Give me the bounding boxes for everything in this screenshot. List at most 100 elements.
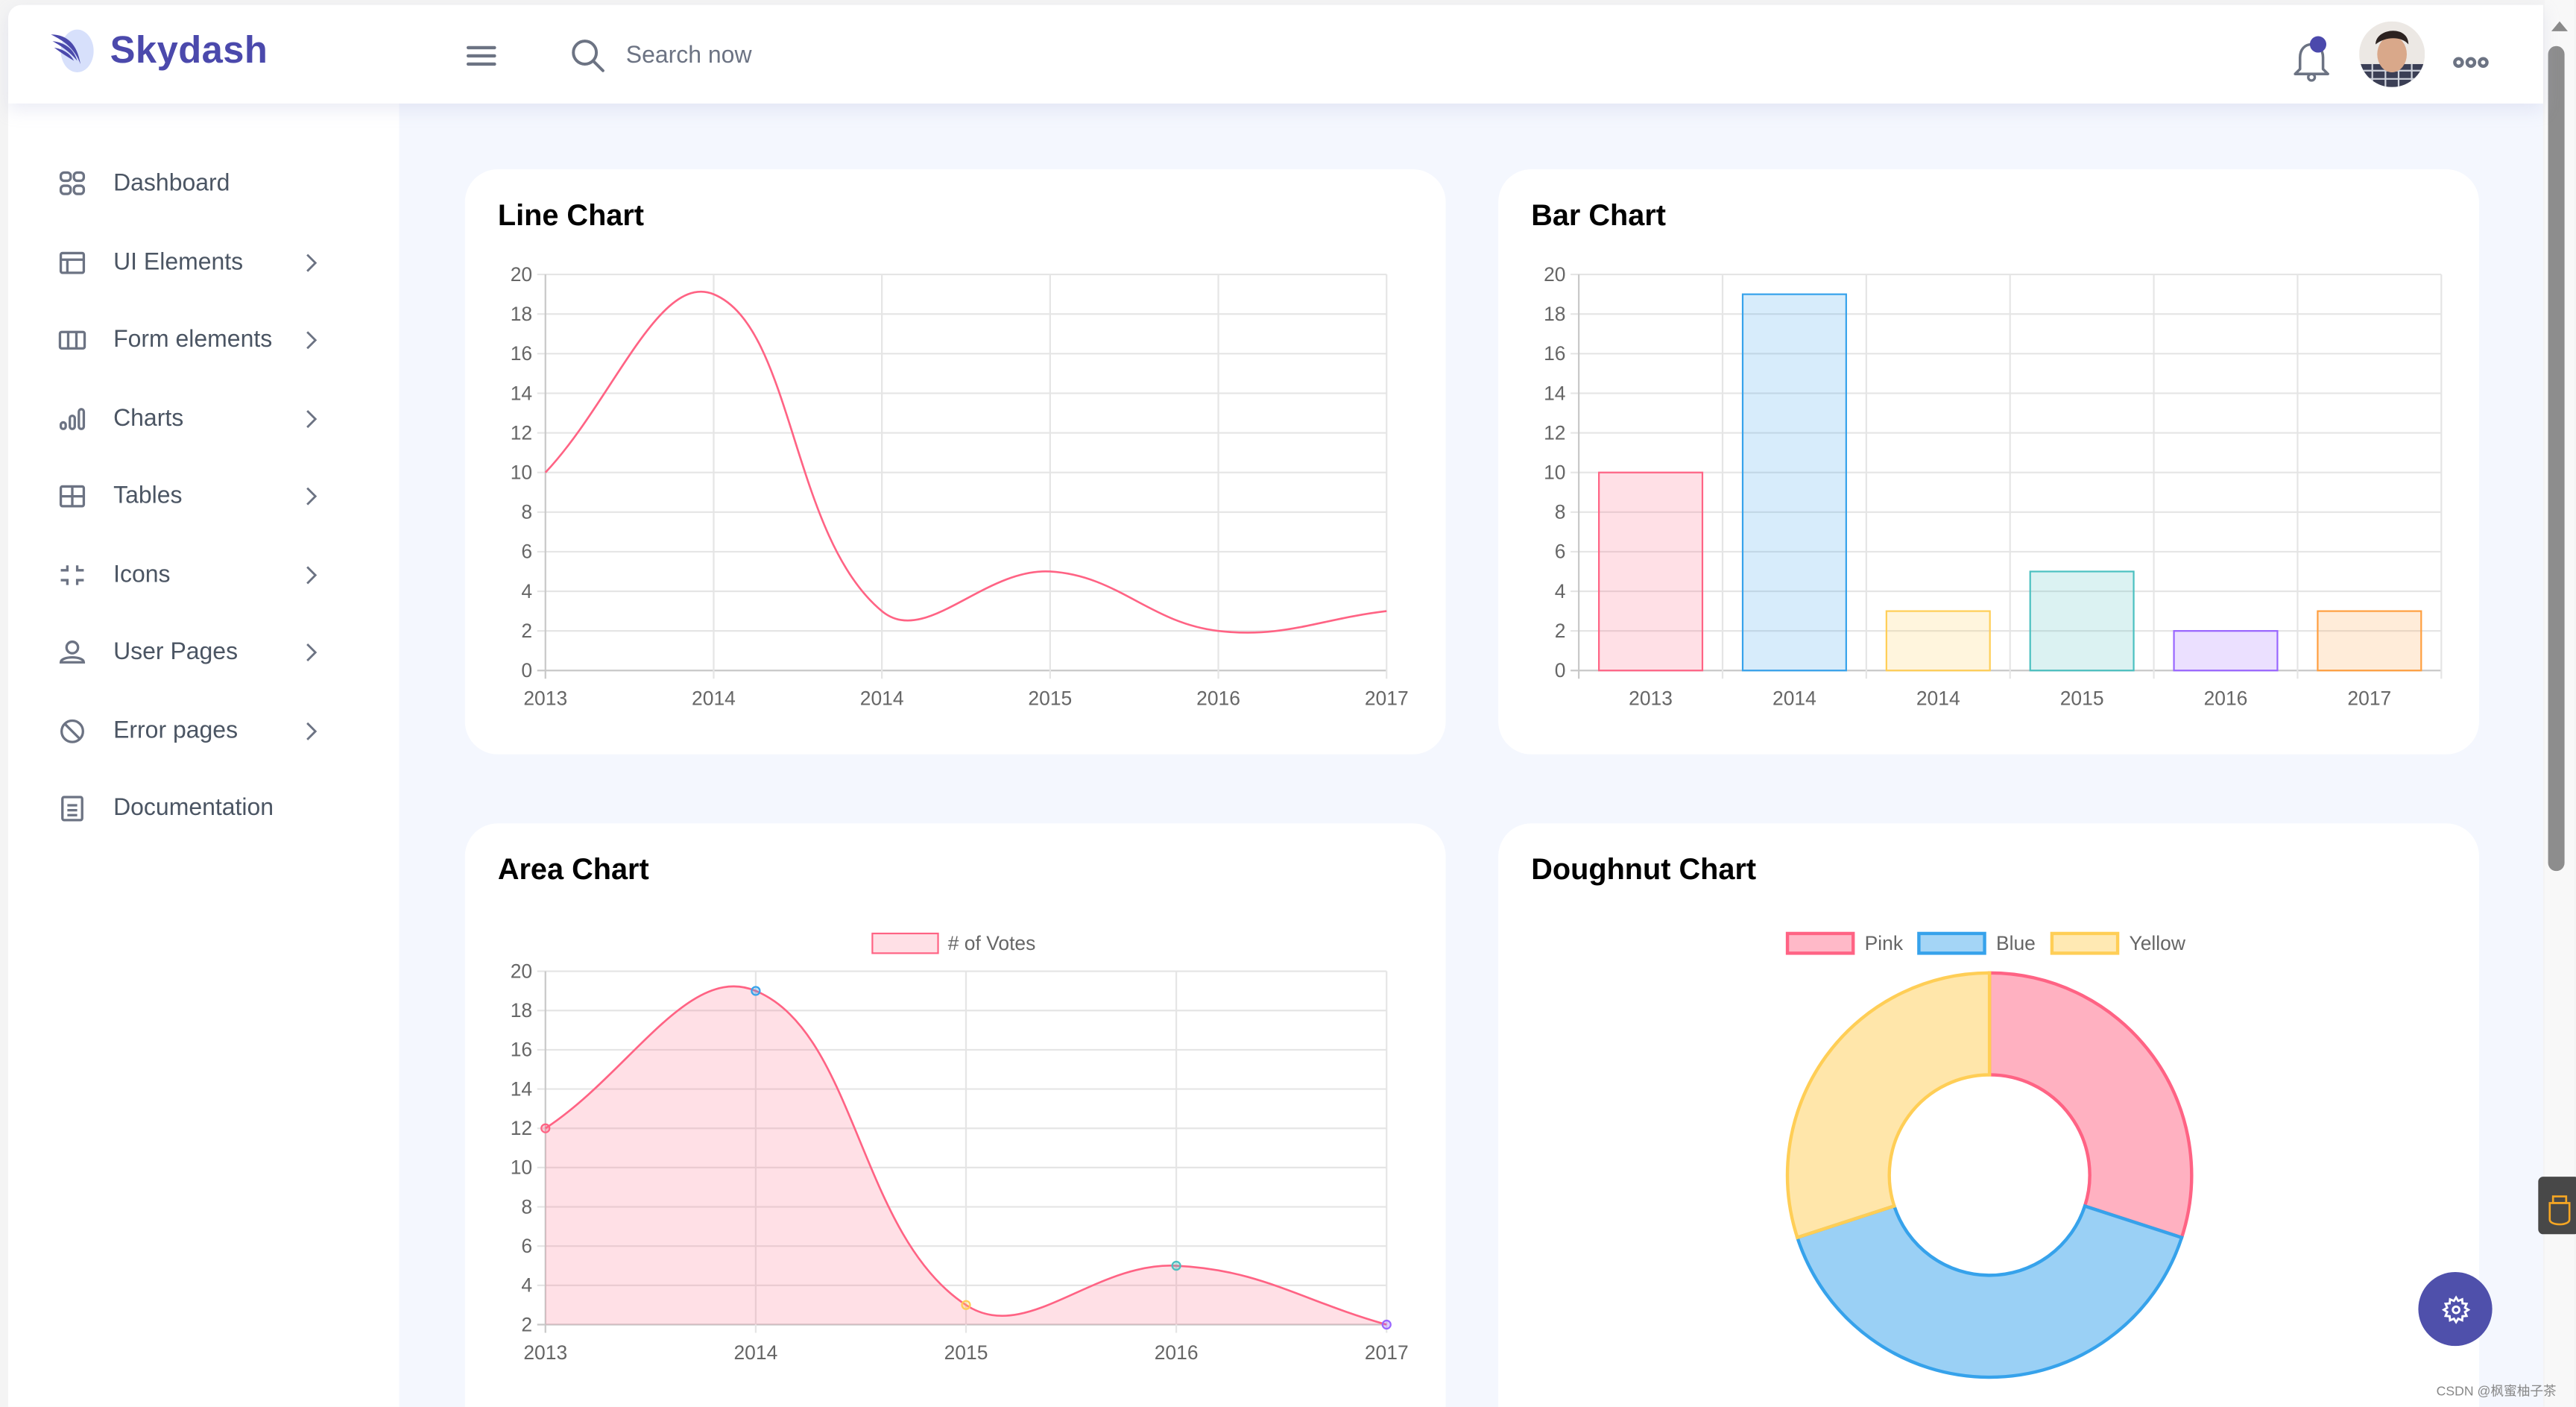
usb-drive-icon: [2548, 1195, 2571, 1226]
y-tick-label: 0: [521, 659, 532, 682]
sidebar-item-documentation[interactable]: Documentation: [8, 775, 400, 841]
y-tick-label: 8: [521, 501, 532, 523]
y-tick-label: 12: [511, 421, 532, 444]
x-tick-label: 2016: [2204, 687, 2248, 710]
x-tick-label: 2014: [733, 1341, 777, 1364]
y-tick-label: 16: [1544, 342, 1565, 365]
y-tick-label: 16: [511, 342, 532, 365]
chevron-right-icon: [306, 487, 318, 506]
x-tick-label: 2017: [2347, 687, 2391, 710]
x-tick-label: 2016: [1155, 1341, 1199, 1364]
y-tick-label: 14: [511, 1077, 532, 1100]
bar-chart-icon: [59, 408, 86, 430]
x-tick-label: 2015: [2060, 687, 2104, 710]
chevron-right-icon: [306, 254, 318, 272]
layout-icon: [59, 251, 86, 274]
x-tick-label: 2017: [1365, 1341, 1409, 1364]
data-point: [751, 986, 761, 996]
scroll-up-arrow-icon: [2551, 21, 2569, 31]
sidebar-item-icons[interactable]: Icons: [8, 542, 400, 608]
scrollbar-thumb[interactable]: [2548, 45, 2565, 872]
x-tick-label: 2014: [692, 687, 736, 710]
y-tick-label: 20: [511, 960, 532, 982]
watermark: CSDN @枫蜜柚子茶: [2436, 1383, 2557, 1399]
sidebar-item-form-elements[interactable]: Form elements: [8, 307, 400, 373]
notification-badge: [2309, 36, 2327, 53]
x-tick-label: 2017: [1365, 687, 1409, 710]
document-icon: [61, 796, 83, 822]
line-series: [544, 291, 1387, 634]
y-tick-label: 0: [1555, 659, 1566, 682]
sidebar-item-ui-elements[interactable]: UI Elements: [8, 230, 400, 296]
more-options-button[interactable]: [2453, 48, 2489, 78]
sidebar-item-label: UI Elements: [113, 250, 244, 277]
sidebar-item-user-pages[interactable]: User Pages: [8, 620, 400, 685]
search-icon: [572, 40, 604, 72]
y-tick-label: 2: [521, 620, 532, 642]
y-tick-label: 8: [521, 1195, 532, 1218]
search-input[interactable]: [622, 41, 958, 71]
sidebar-item-label: Error pages: [113, 718, 239, 745]
data-point: [961, 1300, 971, 1310]
legend-swatch: [2050, 931, 2120, 955]
y-tick-label: 14: [511, 382, 532, 404]
y-tick-label: 2: [521, 1313, 532, 1335]
brand-logo[interactable]: Skydash: [45, 25, 268, 74]
doughnut-slice: [1795, 1203, 2184, 1379]
x-tick-label: 2014: [860, 687, 904, 710]
bar: [2317, 610, 2422, 672]
y-tick-label: 4: [1555, 580, 1566, 602]
legend-label: Pink: [1865, 932, 1904, 954]
y-tick-label: 12: [511, 1117, 532, 1139]
x-tick-label: 2015: [944, 1341, 988, 1364]
x-tick-label: 2013: [523, 1341, 567, 1364]
notifications-button[interactable]: [2287, 34, 2336, 92]
doughnut-chart-card: Doughnut Chart Pink Blue Yellow: [1498, 823, 2479, 1407]
y-tick-label: 16: [511, 1039, 532, 1061]
sidebar-item-label: Tables: [113, 483, 183, 510]
y-tick-label: 10: [1544, 461, 1565, 483]
y-tick-label: 18: [1544, 303, 1565, 325]
app-root: Skydash Search now Dashboard UI Elements…: [0, 0, 2576, 1407]
table-icon: [59, 485, 86, 508]
chevron-right-icon: [306, 566, 318, 585]
y-tick-label: 4: [521, 1274, 532, 1297]
y-tick-label: 6: [1555, 541, 1566, 563]
sidebar-item-dashboard[interactable]: Dashboard: [8, 151, 400, 217]
sidebar-item-tables[interactable]: Tables: [8, 464, 400, 529]
sidebar-item-label: Form elements: [113, 327, 273, 353]
y-tick-label: 10: [511, 461, 532, 483]
bar-chart: 0 2 4 6 8 10 12 14 16 18 20 2013 2014 2014 2015 2016 201…: [1544, 263, 2443, 710]
y-tick-label: 10: [511, 1156, 532, 1179]
shrink-icon: [60, 565, 84, 585]
bar: [2029, 570, 2135, 672]
settings-button[interactable]: [2418, 1271, 2493, 1347]
y-tick-label: 2: [1555, 620, 1566, 642]
user-icon: [59, 640, 86, 664]
usb-widget[interactable]: [2538, 1177, 2576, 1235]
chevron-right-icon: [306, 643, 318, 662]
sidebar-item-error-pages[interactable]: Error pages: [8, 699, 400, 764]
legend-label: # of Votes: [948, 932, 1036, 954]
doughnut-chart: Pink Blue Yellow: [1785, 931, 2194, 1379]
y-tick-label: 12: [1544, 421, 1565, 444]
chevron-right-icon: [306, 331, 318, 350]
columns-icon: [58, 330, 86, 350]
bell-icon: [2294, 36, 2329, 82]
legend-label: Blue: [1996, 932, 2036, 954]
legend-swatch: [871, 932, 939, 954]
doughnut-slice: [1987, 971, 2194, 1240]
sidebar-item-label: Dashboard: [113, 171, 230, 198]
area-chart-card: Area Chart # of Votes 2 4 6 8 10 12 14 16 18 20 201…: [464, 823, 1446, 1407]
y-tick-label: 14: [1544, 382, 1565, 404]
x-tick-label: 2014: [1916, 687, 1960, 710]
sidebar: Dashboard UI Elements Form elements Char…: [8, 103, 400, 1407]
menu-toggle-button[interactable]: [466, 45, 496, 68]
hamburger-icon: [466, 45, 496, 66]
sidebar-item-charts[interactable]: Charts: [8, 386, 400, 452]
x-tick-label: 2013: [1629, 687, 1673, 710]
data-point: [540, 1123, 551, 1133]
y-tick-label: 20: [1544, 263, 1565, 286]
gear-icon: [2440, 1294, 2470, 1323]
user-avatar[interactable]: [2359, 21, 2425, 87]
